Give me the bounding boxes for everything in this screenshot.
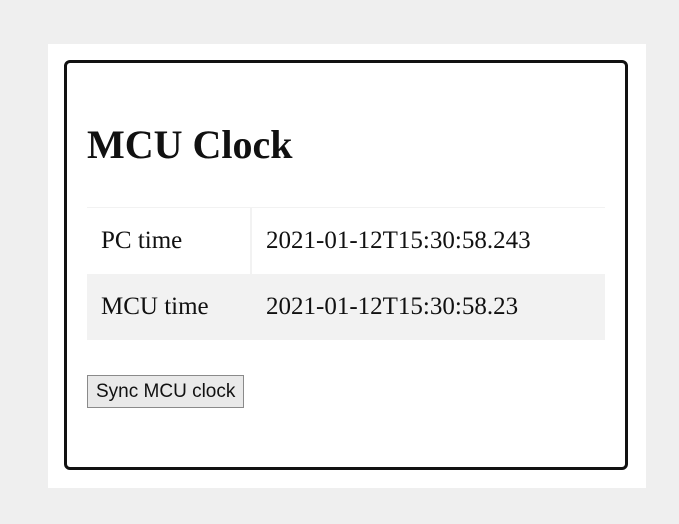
pc-time-value: 2021-01-12T15:30:58.243 (252, 207, 605, 274)
clock-card: MCU Clock PC time 2021-01-12T15:30:58.24… (64, 60, 628, 470)
pc-time-label: PC time (87, 207, 252, 274)
mcu-time-label: MCU time (87, 274, 252, 340)
mcu-time-value: 2021-01-12T15:30:58.23 (252, 274, 605, 340)
time-table: PC time 2021-01-12T15:30:58.243 MCU time… (87, 207, 605, 340)
page-title: MCU Clock (87, 122, 293, 167)
table-row-mcu-time: MCU time 2021-01-12T15:30:58.23 (87, 274, 605, 340)
table-row-pc-time: PC time 2021-01-12T15:30:58.243 (87, 207, 605, 274)
sync-mcu-clock-button[interactable]: Sync MCU clock (87, 375, 245, 408)
